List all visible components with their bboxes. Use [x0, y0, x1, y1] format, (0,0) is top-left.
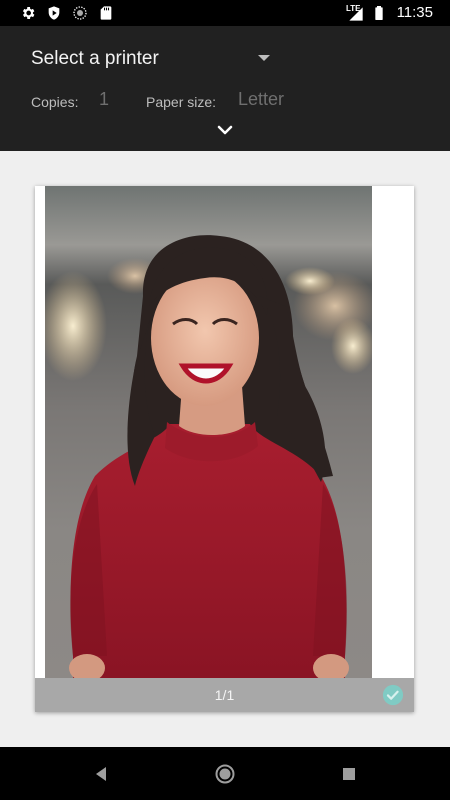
print-preview-area: 1/1	[0, 151, 450, 747]
printer-select-label: Select a printer	[31, 48, 159, 69]
shield-icon	[48, 6, 60, 20]
page-preview-card[interactable]: 1/1	[35, 186, 414, 712]
paper-size-label: Paper size:	[146, 94, 217, 110]
chevron-down-icon	[217, 125, 233, 135]
printer-select-dropdown[interactable]: Select a printer	[18, 39, 278, 75]
expand-options-button[interactable]	[212, 120, 238, 142]
home-icon[interactable]	[214, 763, 236, 785]
settings-icon	[22, 7, 35, 19]
copies-field[interactable]: 1	[99, 89, 109, 110]
page-selected-check-icon[interactable]	[382, 684, 404, 706]
battery-icon	[375, 6, 383, 20]
recents-icon[interactable]	[338, 763, 360, 785]
status-bar: LTE 11:35	[0, 0, 450, 26]
page-counter: 1/1	[214, 687, 235, 703]
sync-icon	[73, 6, 87, 20]
dropdown-arrow-icon	[258, 55, 270, 61]
clock: 11:35	[396, 4, 433, 21]
signal-icon	[349, 7, 363, 21]
sd-card-icon	[100, 6, 112, 20]
navigation-bar	[0, 747, 450, 800]
page-preview-image	[45, 186, 372, 678]
copies-label: Copies:	[31, 94, 79, 110]
paper-size-field[interactable]: Letter	[238, 89, 284, 110]
print-options-header: Select a printer Copies: 1 Paper size: L…	[0, 26, 450, 151]
page-footer-bar: 1/1	[35, 678, 414, 712]
back-icon[interactable]	[90, 763, 112, 785]
